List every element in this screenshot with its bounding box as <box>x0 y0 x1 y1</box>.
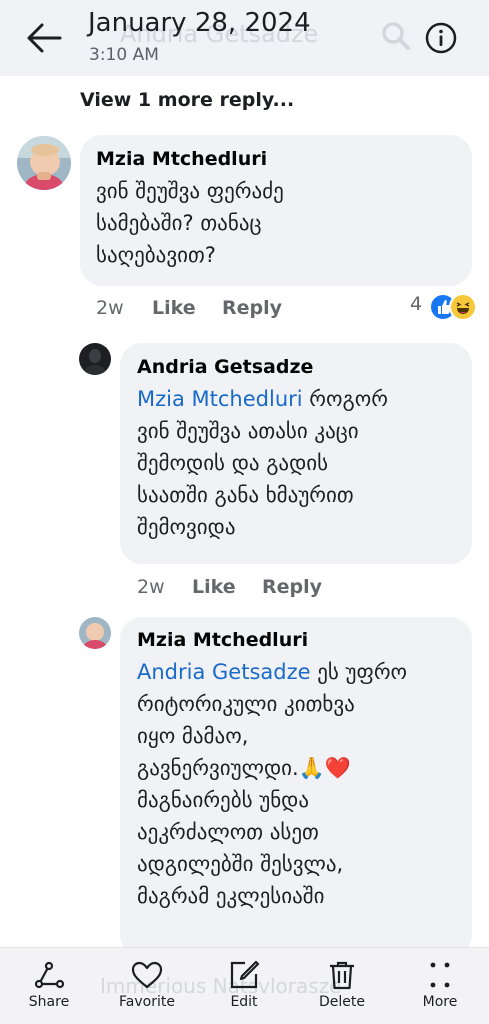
mention-link[interactable]: Mzia Mtchedluri <box>137 387 303 411</box>
delete-label: Delete <box>319 994 365 1010</box>
edit-label: Edit <box>230 994 258 1010</box>
comment-author[interactable]: Mzia Mtchedluri <box>96 148 267 170</box>
share-icon <box>34 961 65 989</box>
avatar[interactable] <box>79 343 111 375</box>
comment-timestamp: 2w <box>96 297 124 319</box>
more-icon <box>430 962 450 988</box>
view-more-replies-link[interactable]: View 1 more reply... <box>80 89 294 111</box>
photo-date: January 28, 2024 <box>88 8 311 38</box>
share-label: Share <box>28 994 70 1010</box>
heart-icon <box>131 961 163 989</box>
comment-text: ვინ შეუშვა ფერაძე სამებაში? თანაც საღება… <box>96 179 284 267</box>
back-arrow-icon[interactable] <box>22 18 66 58</box>
share-button[interactable]: Share <box>9 960 89 1010</box>
comment-author[interactable]: Andria Getsadze <box>137 356 313 378</box>
mention-link[interactable]: Andria Getsadze <box>137 660 311 684</box>
comment-timestamp: 2w <box>137 576 165 598</box>
reply-button[interactable]: Reply <box>262 576 322 598</box>
info-icon[interactable] <box>424 21 458 55</box>
bottom-action-bar: Immerious Natsvlorasze Share Favorite Ed… <box>0 947 489 1024</box>
favorite-button[interactable]: Favorite <box>107 960 187 1010</box>
comment-text: Andria Getsadze ეს უფრო რიტორიკული კითხვ… <box>137 660 408 908</box>
avatar[interactable] <box>17 136 71 190</box>
avatar[interactable] <box>79 617 111 649</box>
favorite-label: Favorite <box>119 994 175 1010</box>
comment-author[interactable]: Mzia Mtchedluri <box>137 629 308 651</box>
edit-button[interactable]: Edit <box>204 960 284 1010</box>
search-icon <box>380 20 412 52</box>
reaction-count: 4 <box>410 293 423 315</box>
comment-text: Mzia Mtchedluri როგორ ვინ შეუშვა ათასი კ… <box>137 387 388 539</box>
photo-time: 3:10 AM <box>89 45 159 65</box>
haha-reaction-icon <box>449 293 477 321</box>
delete-button[interactable]: Delete <box>302 960 382 1010</box>
more-label: More <box>422 994 458 1010</box>
like-button[interactable]: Like <box>152 297 196 319</box>
like-button[interactable]: Like <box>192 576 236 598</box>
reply-button[interactable]: Reply <box>222 297 282 319</box>
edit-icon <box>230 960 260 989</box>
top-bar: Andria Getsadze January 28, 2024 3:10 AM <box>0 0 489 76</box>
more-button[interactable]: More <box>400 960 480 1010</box>
trash-icon <box>330 961 354 990</box>
